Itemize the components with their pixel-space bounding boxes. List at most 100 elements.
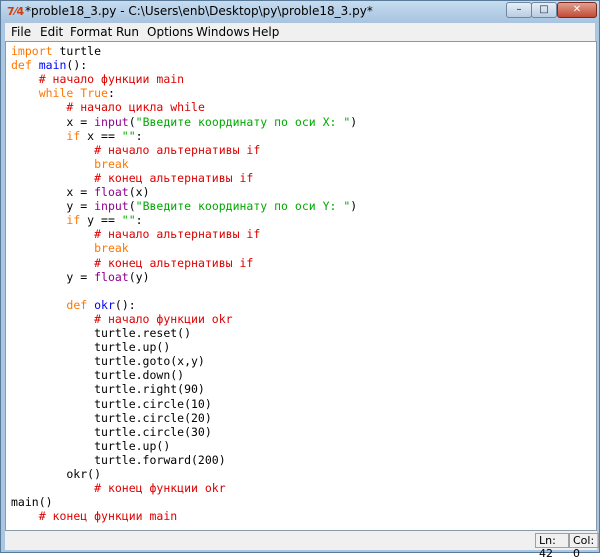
code-token: if: [66, 128, 81, 143]
code-token: x =: [11, 114, 95, 129]
window-title: *proble18_3.py - C:\Users\enb\Desktop\py…: [25, 4, 373, 18]
code-line[interactable]: turtle.goto(x,y): [11, 354, 205, 368]
status-column-number: Col: 0: [569, 533, 599, 560]
menu-file[interactable]: File: [11, 25, 31, 39]
code-token: y =: [11, 269, 95, 284]
code-token: # конец функции main: [38, 509, 178, 524]
code-line[interactable]: turtle.circle(10): [11, 397, 212, 411]
code-line[interactable]: turtle.forward(200): [11, 453, 226, 467]
code-token: (x): [128, 185, 150, 199]
code-line[interactable]: # начало альтернативы if: [11, 227, 260, 241]
code-token: (y): [128, 269, 150, 284]
menu-windows[interactable]: Windows: [196, 25, 250, 39]
menu-help[interactable]: Help: [252, 25, 279, 39]
code-line[interactable]: def main():: [11, 58, 87, 72]
maximize-button[interactable]: □: [531, 2, 557, 18]
code-token: turtle: [52, 44, 102, 58]
code-line[interactable]: # начало альтернативы if: [11, 143, 260, 157]
code-line[interactable]: while True:: [11, 86, 115, 100]
code-line[interactable]: turtle.up(): [11, 340, 170, 354]
code-token: if: [66, 213, 81, 228]
code-token: :: [107, 86, 115, 101]
code-line[interactable]: y = float(y): [11, 269, 150, 284]
code-line[interactable]: if y == "":: [11, 213, 143, 228]
idle-editor-window: 7⁄4 *proble18_3.py - C:\Users\enb\Deskto…: [0, 0, 600, 560]
code-token: main: [38, 58, 67, 73]
code-token: float: [94, 185, 129, 199]
code-token: main(): [11, 495, 53, 510]
code-line[interactable]: turtle.circle(30): [11, 425, 212, 439]
code-line[interactable]: turtle.circle(20): [11, 411, 212, 425]
code-line[interactable]: turtle.up(): [11, 439, 170, 453]
code-token: :: [135, 213, 143, 228]
code-token: "": [121, 128, 136, 143]
menu-run[interactable]: Run: [116, 25, 139, 39]
code-line[interactable]: break: [11, 241, 129, 255]
code-token: # начало функции okr: [94, 311, 233, 326]
code-line[interactable]: def okr():: [11, 297, 136, 312]
code-line[interactable]: import turtle: [11, 44, 101, 58]
code-line[interactable]: # конец функции main: [11, 509, 177, 523]
code-line[interactable]: x = float(x): [11, 185, 150, 199]
close-button[interactable]: ✕: [557, 2, 597, 18]
code-line[interactable]: okr(): [11, 467, 101, 481]
menu-format[interactable]: Format: [70, 25, 112, 39]
code-token: # конец альтернативы if: [94, 170, 254, 185]
menu-options[interactable]: Options: [147, 25, 193, 39]
code-token: # конец альтернативы if: [94, 255, 254, 270]
code-token: turtle.up(): [11, 340, 171, 355]
code-token: x =: [11, 185, 95, 199]
code-token: okr(): [11, 467, 102, 481]
code-token: import: [11, 44, 53, 58]
code-token: y =: [11, 199, 95, 214]
code-line[interactable]: x = input("Введите координату по оси X: …: [11, 115, 357, 129]
code-line[interactable]: if x == "":: [11, 128, 142, 143]
code-line[interactable]: # начало функции main: [11, 72, 184, 86]
code-token: break: [94, 156, 129, 171]
minimize-button[interactable]: –: [506, 2, 532, 18]
code-line[interactable]: turtle.reset(): [11, 326, 191, 340]
code-token: break: [94, 241, 129, 256]
code-line[interactable]: # конец альтернативы if: [11, 256, 253, 270]
code-line[interactable]: # конец функции okr: [11, 481, 226, 495]
code-token: # конец функции okr: [94, 481, 226, 496]
code-line[interactable]: main(): [11, 495, 53, 509]
code-line[interactable]: # начало функции okr: [11, 311, 233, 326]
code-line[interactable]: # конец альтернативы if: [11, 171, 253, 185]
code-token: ():: [114, 297, 136, 312]
code-token: turtle.circle(10): [11, 396, 212, 411]
code-line[interactable]: turtle.right(90): [11, 382, 205, 396]
code-line[interactable]: y = input("Введите координату по оси Y: …: [11, 199, 357, 213]
code-token: float: [94, 269, 129, 284]
title-bar[interactable]: 7⁄4 *proble18_3.py - C:\Users\enb\Deskto…: [1, 1, 599, 23]
code-line[interactable]: # начало цикла while: [11, 100, 204, 114]
code-editor[interactable]: import turtle def main(): # начало функци…: [5, 41, 597, 531]
menu-edit[interactable]: Edit: [40, 25, 63, 39]
code-token: turtle.circle(20): [11, 410, 212, 425]
code-line[interactable]: break: [11, 157, 129, 171]
code-line[interactable]: turtle.down(): [11, 368, 184, 382]
code-token: x ==: [80, 128, 122, 143]
python-idle-icon: 7⁄4: [7, 5, 25, 18]
status-line-number: Ln: 42: [535, 533, 569, 560]
code-token: # начало альтернативы if: [94, 142, 261, 157]
code-token: ():: [66, 58, 88, 73]
code-token: turtle.forward(200): [11, 452, 226, 467]
code-token: turtle.goto(x,y): [11, 354, 205, 369]
code-token: def: [66, 297, 88, 312]
code-token: turtle.down(): [11, 368, 185, 383]
code-token: "Введите координату по оси X: ": [135, 114, 351, 129]
